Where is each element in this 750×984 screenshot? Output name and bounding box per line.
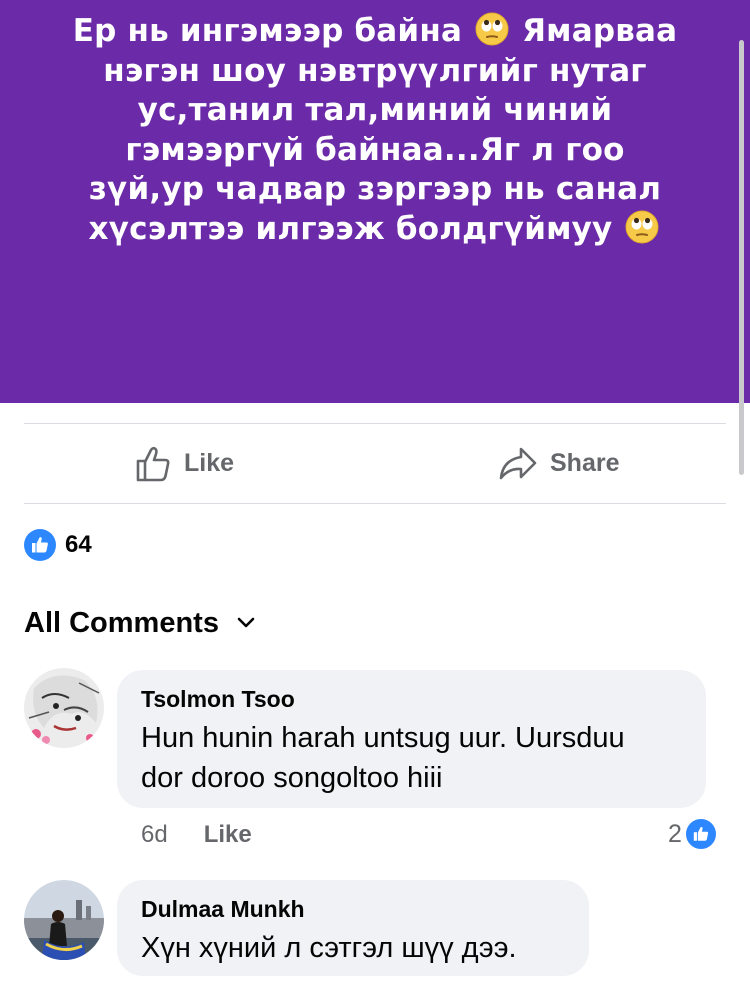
scrollbar[interactable] (739, 40, 744, 475)
reaction-summary[interactable]: 64 (24, 528, 92, 562)
like-reaction-icon (24, 529, 56, 561)
post-text-line: хүсэлтээ илгээж болдгүймуу (88, 210, 613, 247)
like-reaction-icon (683, 817, 718, 851)
comment-time[interactable]: 6d (141, 821, 168, 849)
face-with-rolling-eyes-icon (475, 12, 509, 46)
post-text: Ер нь ингэмээр байна Ямарваа нэгэн шоу н… (55, 12, 695, 403)
post-text-line: гэмээргүй байнаа...Яг л гоо (125, 131, 625, 168)
avatar[interactable] (24, 880, 104, 960)
post-text-line: Ер нь ингэмээр байна (72, 13, 463, 49)
comment-text-line: Hun hunin harah untsug uur. Uursduu (141, 722, 625, 754)
post-text-line: Ямарваа (522, 13, 678, 49)
chevron-down-icon (237, 617, 255, 628)
comment-bubble[interactable]: Dulmaa Munkh Хүн хүний л сэтгэл шүү дээ. (117, 880, 589, 976)
comments-title: All Comments (24, 606, 219, 639)
share-label: Share (550, 449, 620, 477)
comment-text: Hun hunin harah untsug uur. Uursduu dor … (141, 718, 682, 798)
comment-meta: 6d Like (141, 818, 252, 852)
avatar[interactable] (24, 668, 104, 748)
comment-bubble[interactable]: Tsolmon Tsoo Hun hunin harah untsug uur.… (117, 670, 706, 808)
share-button[interactable]: Share (498, 424, 619, 503)
comment-text: Хүн хүний л сэтгэл шүү дээ. (141, 928, 565, 968)
thumbs-up-icon (136, 446, 170, 481)
post-banner: Ер нь ингэмээр байна Ямарваа нэгэн шоу н… (0, 0, 750, 403)
comment-like-button[interactable]: Like (204, 821, 252, 849)
comments-filter-dropdown[interactable]: All Comments (24, 603, 255, 643)
post-text-line: ус,танил тал,миний чиний (137, 92, 613, 128)
post-text-line: нэгэн шоу нэвтрүүлгийг нутаг (103, 52, 647, 89)
comment-author[interactable]: Tsolmon Tsoo (141, 684, 682, 714)
face-with-rolling-eyes-icon (625, 210, 659, 244)
comment-text-line: dor doroo songoltoo hiii (141, 762, 443, 794)
like-label: Like (184, 449, 235, 477)
comment-author[interactable]: Dulmaa Munkh (141, 894, 565, 924)
comment-like-number: 2 (668, 819, 682, 848)
like-button[interactable]: Like (134, 424, 234, 503)
comment-like-count[interactable]: 2 (668, 816, 718, 852)
post-text-line: зүй,ур чадвар зэргээр нь санал (88, 171, 662, 207)
comment-text-line: Хүн хүний л сэтгэл шүү дээ. (141, 932, 517, 964)
reaction-count: 64 (65, 531, 92, 558)
post-action-bar: Like Share (24, 423, 726, 504)
share-arrow-icon (499, 447, 537, 479)
